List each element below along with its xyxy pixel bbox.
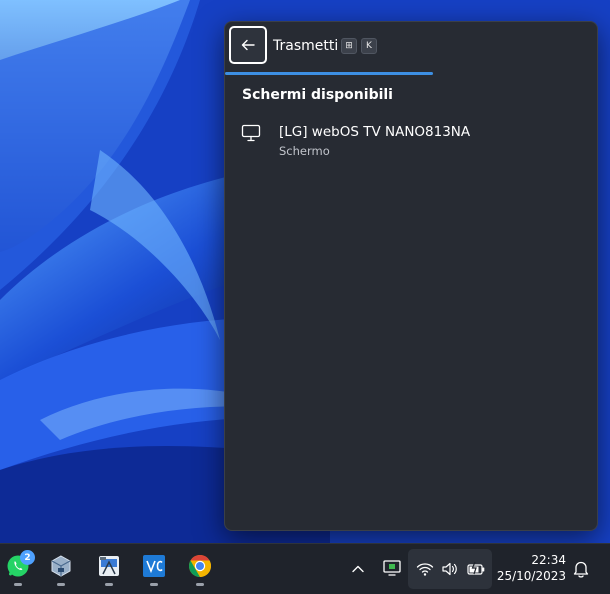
taskbar-app-whatsapp[interactable]: 2 <box>1 550 35 588</box>
device-list-item[interactable]: [LG] webOS TV NANO813NA Schermo <box>233 118 589 162</box>
panel-title: Trasmetti <box>273 38 339 54</box>
notification-badge: 2 <box>20 550 35 565</box>
visual-studio-code-icon <box>143 555 165 577</box>
bell-icon[interactable] <box>572 559 590 579</box>
arrow-left-icon <box>241 39 255 51</box>
k-key-badge: K <box>361 38 377 54</box>
cast-flyout-panel: Trasmetti ⊞ K Schermi disponibili [LG] w… <box>224 21 598 531</box>
cast-tray-icon[interactable] <box>382 558 402 578</box>
wifi-icon <box>416 563 434 576</box>
windows-key-icon: ⊞ <box>341 38 357 54</box>
clock-time: 22:34 <box>531 553 566 567</box>
volume-icon <box>442 562 457 576</box>
search-progress-bar <box>225 72 597 75</box>
taskbar: 2 22:34 25/10/2023 <box>0 543 610 594</box>
chrome-canary-icon <box>189 555 211 577</box>
quick-settings-button[interactable] <box>408 549 492 589</box>
taskbar-app-virtualbox[interactable] <box>44 550 78 588</box>
available-displays-heading: Schermi disponibili <box>242 87 393 103</box>
device-name: [LG] webOS TV NANO813NA <box>279 124 471 140</box>
taskbar-app-vscode[interactable] <box>137 550 171 588</box>
back-button[interactable] <box>229 26 267 64</box>
running-indicator <box>196 583 204 586</box>
clock[interactable]: 22:34 25/10/2023 <box>497 553 566 583</box>
chevron-up-icon[interactable] <box>349 560 367 578</box>
running-indicator <box>105 583 113 586</box>
taskbar-app-vmware[interactable] <box>92 550 126 588</box>
vmware-workstation-icon <box>99 556 119 576</box>
progress-fill <box>225 72 434 75</box>
running-indicator <box>57 583 65 586</box>
taskbar-app-chrome[interactable] <box>183 550 217 588</box>
monitor-icon <box>241 124 261 142</box>
clock-date: 25/10/2023 <box>496 569 566 583</box>
battery-icon <box>467 561 485 575</box>
virtualbox-icon <box>51 555 71 577</box>
running-indicator <box>14 583 22 586</box>
running-indicator <box>150 583 158 586</box>
device-type: Schermo <box>279 144 330 158</box>
